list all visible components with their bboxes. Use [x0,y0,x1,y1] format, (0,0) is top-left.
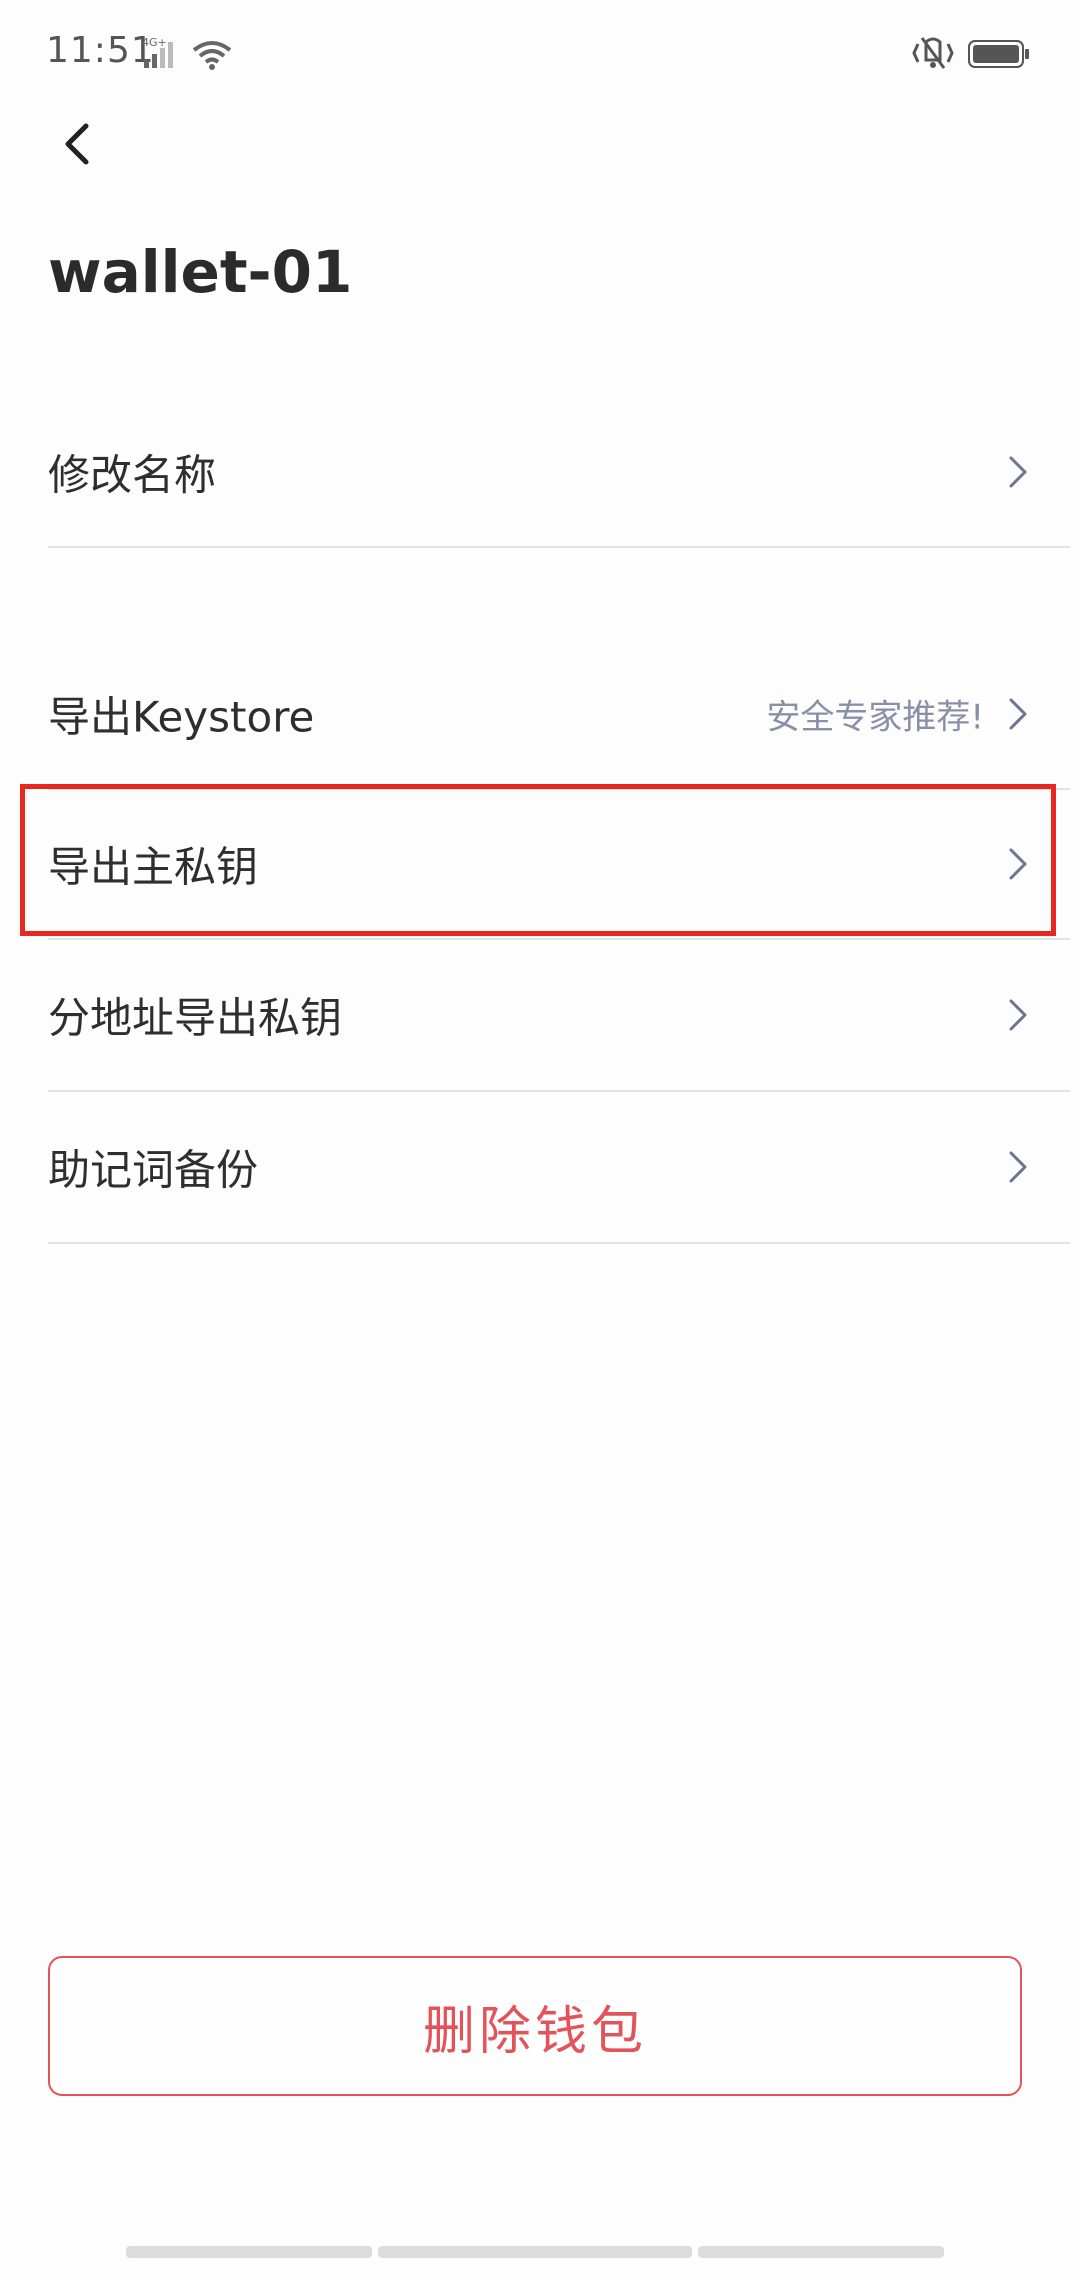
vibrate-icon [912,37,954,69]
chevron-left-icon [65,123,89,165]
signal-icon: 4G+ [142,36,173,68]
menu-item-export-address-private-key[interactable]: 分地址导出私钥 [48,940,1070,1092]
delete-wallet-label: 删除钱包 [422,2001,647,2062]
nav-indicator-right [698,2246,944,2258]
recommendation-hint: 安全专家推荐! [766,697,984,738]
menu-item-rename[interactable]: 修改名称 [48,398,1070,548]
menu-item-label: 导出Keystore [48,692,315,742]
nav-indicator-center [378,2246,692,2258]
menu-item-label: 分地址导出私钥 [48,993,343,1043]
network-type-label: 4G+ [142,36,167,49]
status-time: 11:51 [46,30,155,71]
menu-item-label: 修改名称 [48,450,217,500]
battery-icon [968,40,1029,68]
status-bar: 11:51 4G+ [0,0,1080,110]
menu-item-label: 助记词备份 [48,1145,259,1195]
chevron-right-icon [1009,456,1027,488]
highlight-box [20,784,1056,936]
delete-wallet-button[interactable]: 删除钱包 [48,1956,1022,2096]
wifi-icon [192,41,232,70]
back-button[interactable] [40,108,112,180]
chevron-right-icon [1009,1151,1027,1183]
nav-indicator-left [126,2246,372,2258]
menu-item-mnemonic-backup[interactable]: 助记词备份 [48,1092,1070,1244]
chevron-right-icon [1009,999,1027,1031]
page-title: wallet-01 [48,238,353,306]
chevron-right-icon [1009,698,1027,730]
menu-item-export-keystore[interactable]: 导出Keystore 安全专家推荐! [48,640,1070,790]
